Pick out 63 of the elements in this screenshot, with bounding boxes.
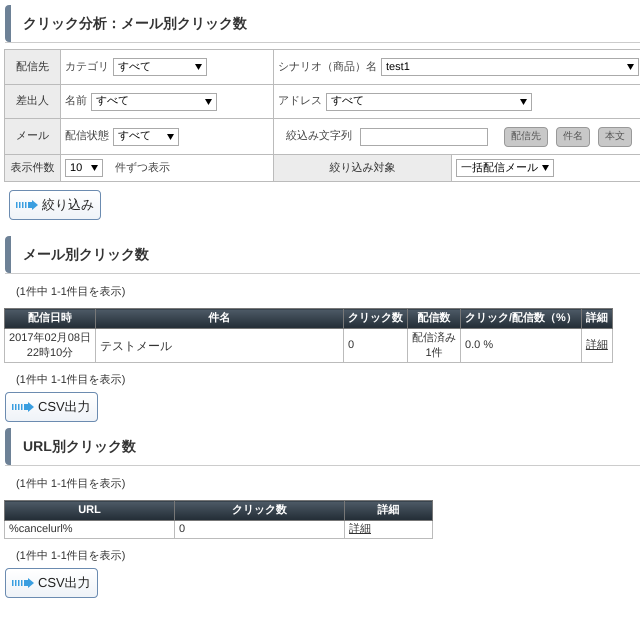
dropdown[interactable]: test1 bbox=[381, 58, 639, 76]
column-header: 件名 bbox=[96, 308, 344, 328]
action-button[interactable]: CSV出力 bbox=[5, 568, 98, 598]
field-label: カテゴリ bbox=[65, 60, 109, 75]
column-header: URL bbox=[4, 500, 174, 520]
column-header: 詳細 bbox=[581, 308, 612, 328]
field-label: シナリオ（商品）名 bbox=[278, 60, 377, 75]
row-header: 絞り込み対象 bbox=[274, 154, 452, 182]
field-label: 絞込み文字列 bbox=[286, 128, 352, 144]
caret-icon bbox=[205, 98, 212, 104]
column-header: クリック数 bbox=[344, 308, 408, 328]
action-button[interactable]: 絞り込み bbox=[9, 190, 101, 220]
caret-icon bbox=[91, 165, 98, 171]
table-cell: 0 bbox=[344, 328, 408, 362]
caret-icon bbox=[627, 64, 634, 70]
caret-icon bbox=[542, 165, 549, 171]
dropdown[interactable]: すべて bbox=[91, 92, 217, 110]
row-header: 配信先 bbox=[4, 50, 60, 84]
heading-accent bbox=[5, 236, 11, 273]
column-header: 配信数 bbox=[408, 308, 460, 328]
heading-accent bbox=[5, 428, 11, 465]
result-count: (1件中 1-1件目を表示) bbox=[16, 285, 126, 300]
table-cell: %cancelurl% bbox=[4, 520, 174, 538]
result-count: (1件中 1-1件目を表示) bbox=[16, 373, 126, 388]
dropdown[interactable]: すべて bbox=[113, 128, 179, 146]
caret-icon bbox=[167, 134, 174, 140]
caret-icon bbox=[195, 64, 202, 70]
arrow-icon bbox=[12, 402, 34, 412]
table-cell: 配信済み 1件 bbox=[408, 328, 460, 362]
column-header: クリック数 bbox=[174, 500, 344, 520]
field-label: 配信状態 bbox=[65, 129, 109, 144]
field-label: 名前 bbox=[65, 94, 87, 110]
row-header: 表示件数 bbox=[4, 154, 60, 182]
table-cell: 0 bbox=[174, 520, 344, 538]
table-cell: 2017年02月08日 22時10分 bbox=[4, 328, 96, 362]
arrow-icon bbox=[12, 578, 34, 588]
dropdown[interactable]: すべて bbox=[326, 92, 532, 110]
target-toggle[interactable]: 配信先 bbox=[504, 126, 548, 146]
column-header: クリック/配信数（%） bbox=[460, 308, 582, 328]
section-title: メール別クリック数 bbox=[22, 245, 149, 264]
action-button[interactable]: CSV出力 bbox=[5, 392, 98, 422]
section-title: URL別クリック数 bbox=[22, 437, 136, 456]
column-header: 配信日時 bbox=[4, 308, 96, 328]
arrow-icon bbox=[16, 200, 38, 210]
result-count: (1件中 1-1件目を表示) bbox=[16, 477, 126, 492]
column-header: 詳細 bbox=[344, 500, 432, 520]
dropdown[interactable]: 10 bbox=[65, 159, 103, 177]
caret-icon bbox=[520, 98, 527, 104]
keyword-field[interactable] bbox=[360, 128, 488, 146]
table-cell: 0.0 % bbox=[460, 328, 582, 362]
row-header: 差出人 bbox=[4, 84, 60, 118]
dropdown[interactable]: 一括配信メール bbox=[456, 159, 554, 177]
section-title: クリック分析：メール別クリック数 bbox=[22, 14, 247, 33]
field-label: アドレス bbox=[278, 94, 322, 110]
target-toggle[interactable]: 件名 bbox=[556, 126, 590, 146]
target-toggle[interactable]: 本文 bbox=[598, 126, 632, 146]
table-cell: テストメール bbox=[96, 328, 344, 362]
row-header: メール bbox=[4, 118, 60, 154]
heading-accent bbox=[5, 5, 11, 42]
result-count: (1件中 1-1件目を表示) bbox=[16, 548, 126, 564]
field-label: 件ずつ表示 bbox=[115, 160, 170, 176]
dropdown[interactable]: すべて bbox=[113, 58, 207, 76]
detail-link[interactable]: 詳細 bbox=[349, 523, 371, 535]
